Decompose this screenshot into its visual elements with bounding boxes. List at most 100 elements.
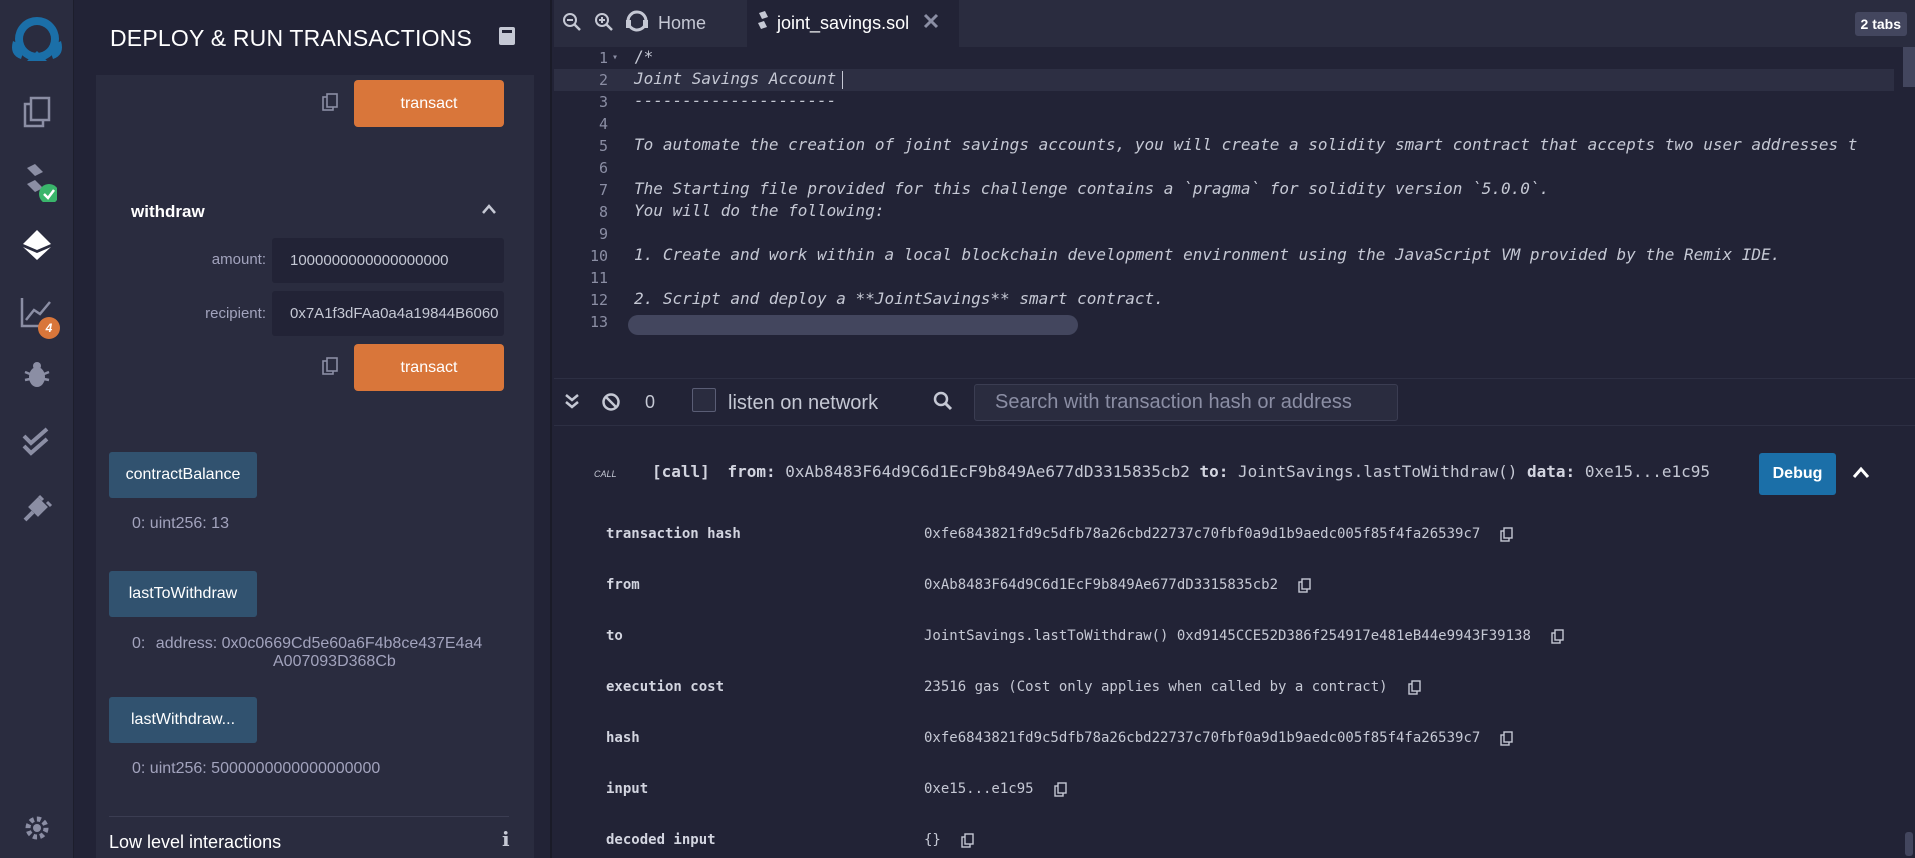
call-tag: CALL	[594, 469, 617, 479]
zoom-out-icon[interactable]	[562, 12, 582, 37]
copy-icon[interactable]	[1407, 679, 1422, 695]
tx-detail-text: JointSavings.lastToWithdraw() 0xd9145CCE…	[924, 628, 1531, 644]
transact-button[interactable]: transact	[354, 80, 504, 127]
copy-icon[interactable]	[1500, 526, 1514, 542]
to-label: to:	[1199, 462, 1229, 481]
tx-detail-key: transaction hash	[606, 526, 741, 542]
zoom-in-icon[interactable]	[594, 12, 614, 37]
tx-detail-text: 0xfe6843821fd9c5dfb78a26cbd22737c70fbf0a…	[924, 730, 1481, 746]
contract-balance-output: 0: uint256: 13	[132, 515, 229, 533]
code-line: 1. Create and work within a local blockc…	[634, 245, 1781, 264]
call-kind: [call]	[652, 462, 710, 481]
output-value: uint256: 13	[149, 515, 229, 532]
editor-tabs-bar: Home joint_savings.sol 2 tabs	[554, 0, 1915, 47]
debug-button[interactable]: Debug	[1759, 453, 1836, 495]
documentation-book-icon[interactable]	[498, 26, 518, 48]
horizontal-scrollbar[interactable]	[628, 315, 1078, 335]
tx-detail-text: 0xfe6843821fd9c5dfb78a26cbd22737c70fbf0a…	[924, 526, 1481, 542]
code-line: /*	[634, 47, 654, 66]
tx-detail-value: 0xAb8483F64d9C6d1EcF9b849Ae677dD3315835c…	[924, 577, 1312, 593]
tx-detail-text: 0xe15...e1c95	[924, 781, 1034, 797]
tx-detail-key: input	[606, 781, 649, 797]
tx-detail-value: {}	[924, 832, 975, 848]
solidity-file-icon	[757, 11, 769, 36]
tx-detail-text: {}	[924, 832, 941, 848]
tests-checkmark-icon[interactable]	[17, 422, 57, 462]
collapse-terminal-icon[interactable]	[564, 393, 580, 414]
tx-detail-value: 0xfe6843821fd9c5dfb78a26cbd22737c70fbf0a…	[924, 730, 1514, 746]
copy-calldata-icon[interactable]	[322, 93, 340, 113]
tab-joint-savings[interactable]: joint_savings.sol	[747, 0, 959, 47]
last-to-withdraw-output: 0: address: 0x0c0669Cd5e60a6F4b8ce437E4a…	[132, 635, 522, 671]
tx-detail-key: to	[606, 628, 623, 644]
last-withdraw-amount-output: 0: uint256: 5000000000000000000	[132, 760, 380, 778]
to-value: JointSavings.lastToWithdraw()	[1238, 462, 1518, 481]
code-viewport: /* Joint Savings Account ---------------…	[554, 47, 1894, 338]
clear-console-icon[interactable]	[601, 392, 621, 417]
listen-label: listen on network	[728, 392, 879, 414]
data-label: data:	[1527, 462, 1576, 481]
output-value: address: 0x0c0669Cd5e60a6F4b8ce437E4a4	[155, 635, 483, 652]
amount-input[interactable]: 1000000000000000000	[272, 238, 504, 283]
search-icon	[933, 391, 953, 416]
terminal-scrollbar[interactable]	[1905, 832, 1913, 856]
last-to-withdraw-button[interactable]: lastToWithdraw	[109, 571, 257, 617]
recipient-input[interactable]: 0x7A1f3dFAa0a4a19844B6060	[272, 291, 504, 336]
contract-instance-body: transact withdraw amount: 10000000000000…	[96, 75, 534, 858]
close-tab-icon[interactable]	[923, 13, 939, 34]
output-value: uint256: 5000000000000000000	[149, 760, 381, 777]
code-line: 2. Script and deploy a **JointSavings** …	[634, 289, 1164, 308]
withdraw-transact-button[interactable]: transact	[354, 344, 504, 391]
code-editor[interactable]: ▾ 1 2 3 4 5 6 7 8 9 10 11 12 13 /* Joint…	[554, 47, 1915, 338]
last-withdraw-amount-button[interactable]: lastWithdraw...	[109, 697, 257, 743]
data-value: 0xe15...e1c95	[1584, 462, 1711, 481]
from-label: from:	[727, 462, 776, 481]
collapse-chevron-icon[interactable]	[481, 202, 497, 220]
output-index: 0:	[132, 515, 146, 532]
remix-logo-icon[interactable]	[4, 10, 70, 70]
copy-calldata-icon[interactable]	[322, 357, 340, 377]
solidity-compiler-icon[interactable]	[17, 162, 57, 202]
call-summary[interactable]: [call] from: 0xAb8483F64d9C6d1EcF9b849Ae…	[652, 462, 1710, 481]
copy-icon[interactable]	[1053, 781, 1068, 797]
tab-home-label: Home	[658, 13, 707, 33]
from-value: 0xAb8483F64d9C6d1EcF9b849Ae677dD3315835c…	[785, 462, 1190, 481]
withdraw-function-title: withdraw	[131, 202, 205, 221]
settings-gear-icon[interactable]	[17, 808, 57, 848]
divider	[109, 816, 509, 817]
deploy-run-icon[interactable]	[17, 225, 57, 265]
tx-detail-key: hash	[606, 730, 640, 746]
copy-icon[interactable]	[961, 832, 975, 848]
tx-detail-value: JointSavings.lastToWithdraw() 0xd9145CCE…	[924, 628, 1565, 644]
collapse-tx-chevron-icon[interactable]	[1852, 466, 1870, 485]
vertical-scrollbar[interactable]	[1903, 47, 1915, 87]
output-index: 0:	[132, 760, 146, 777]
output-index: 0:	[132, 635, 146, 652]
code-line: You will do the following:	[634, 201, 885, 220]
recipient-label: recipient:	[205, 305, 266, 322]
copy-icon[interactable]	[1298, 577, 1312, 593]
info-icon[interactable]: i	[502, 827, 510, 851]
terminal-toolbar: 0 listen on network Search with transact…	[554, 378, 1915, 426]
plugin-manager-icon[interactable]	[17, 488, 57, 528]
file-explorer-icon[interactable]	[17, 92, 57, 132]
copy-icon[interactable]	[1551, 628, 1565, 644]
tx-detail-key: execution cost	[606, 679, 725, 695]
terminal-output: CALL [call] from: 0xAb8483F64d9C6d1EcF9b…	[554, 426, 1915, 858]
debugger-bug-icon[interactable]	[17, 355, 57, 395]
home-remix-icon	[626, 10, 648, 37]
tx-detail-key: decoded input	[606, 832, 716, 848]
tx-detail-value: 0xfe6843821fd9c5dfb78a26cbd22737c70fbf0a…	[924, 526, 1514, 542]
code-line: ---------------------	[634, 91, 837, 110]
amount-label: amount:	[211, 251, 266, 268]
pending-tx-count: 0	[645, 392, 656, 412]
contract-balance-button[interactable]: contractBalance	[109, 452, 257, 498]
deploy-run-panel: DEPLOY & RUN TRANSACTIONS transact withd…	[74, 0, 552, 858]
tabs-count-badge[interactable]: 2 tabs	[1854, 12, 1907, 36]
tab-file-label: joint_savings.sol	[777, 13, 910, 33]
tx-search-input[interactable]: Search with transaction hash or address	[974, 384, 1398, 421]
tab-home[interactable]: Home	[626, 0, 746, 47]
tx-detail-value: 23516 gas (Cost only applies when called…	[924, 679, 1422, 695]
copy-icon[interactable]	[1500, 730, 1514, 746]
listen-checkbox[interactable]	[692, 388, 716, 412]
